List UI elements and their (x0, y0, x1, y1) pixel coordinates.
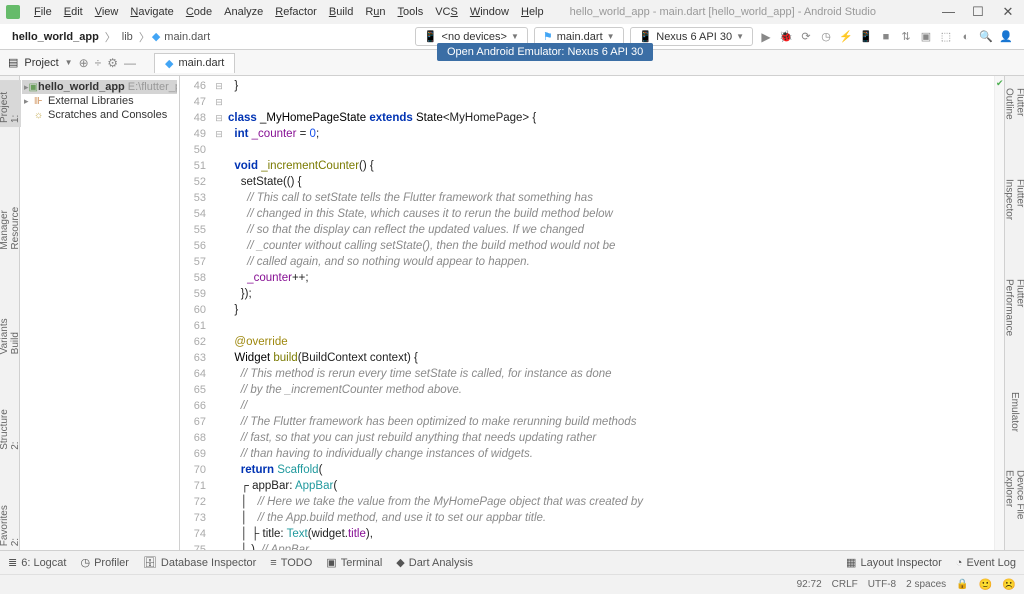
tooltip-open-emulator: Open Android Emulator: Nexus 6 API 30 (437, 43, 653, 61)
bottom-layout-inspector[interactable]: ▦ Layout Inspector (846, 556, 942, 569)
status-indent[interactable]: 2 spaces (906, 579, 946, 590)
dart-file-icon: ◆ (152, 30, 160, 43)
scratch-icon: ☼ (34, 110, 48, 121)
marker-strip: ✔ (994, 76, 1004, 550)
minimize-button[interactable]: — (942, 4, 954, 20)
chevron-right-icon: 〉 (103, 29, 118, 45)
bottom-dart-analysis[interactable]: ◆ Dart Analysis (396, 556, 473, 569)
bottom-logcat[interactable]: ≣ 6: Logcat (8, 556, 66, 569)
tree-root[interactable]: ▸ ▣ hello_world_app E:\flutter_pr (22, 80, 177, 94)
left-tool-rail: 1: Project Resource Manager Build Varian… (0, 76, 20, 550)
menu-vcs[interactable]: VCS (429, 4, 464, 20)
avatar-icon[interactable]: 👤 (998, 30, 1014, 43)
project-panel: ▸ ▣ hello_world_app E:\flutter_pr ▸ ⊪ Ex… (20, 76, 180, 550)
project-view-icon: ▤ (8, 56, 18, 69)
menu-build[interactable]: Build (323, 4, 359, 20)
rail-favorites[interactable]: 2: Favorites (0, 494, 21, 550)
attach-button[interactable]: 📱 (858, 30, 874, 43)
face-happy-icon[interactable]: 🙂 (979, 578, 993, 591)
menu-analyze[interactable]: Analyze (218, 4, 269, 20)
rail-resource-manager[interactable]: Resource Manager (0, 167, 21, 254)
bottom-todo[interactable]: ≡ TODO (270, 557, 312, 569)
search-icon[interactable]: 🔍 (978, 30, 994, 43)
project-view-label[interactable]: Project (24, 57, 58, 69)
debug-button[interactable]: 🐞 (778, 30, 794, 43)
menu-navigate[interactable]: Navigate (124, 4, 179, 20)
editor-tab-main[interactable]: ◆ main.dart (154, 53, 235, 73)
dart-file-icon: ◆ (165, 57, 173, 70)
code-editor[interactable]: 4647484950515253545556575859606162636465… (180, 76, 1004, 550)
bottom-terminal[interactable]: ▣ Terminal (326, 556, 382, 569)
maximize-button[interactable]: ☐ (972, 4, 984, 20)
sdk-manager-button[interactable]: ⬚ (938, 30, 954, 43)
status-encoding[interactable]: UTF-8 (868, 579, 896, 590)
hide-panel-icon[interactable]: — (124, 56, 136, 70)
collapse-icon[interactable]: ÷ (95, 56, 102, 70)
menu-edit[interactable]: Edit (58, 4, 89, 20)
editor-tab-label: main.dart (178, 57, 224, 69)
breadcrumb-file[interactable]: main.dart (160, 29, 214, 45)
rail-flutter-performance[interactable]: Flutter Performance (1004, 275, 1024, 358)
android-studio-icon (6, 5, 20, 19)
bottom-tool-bar: ≣ 6: Logcat ◷ Profiler 🗄 Database Inspec… (0, 550, 1024, 574)
run-button[interactable]: ▶ (758, 30, 774, 44)
menu-refactor[interactable]: Refactor (269, 4, 323, 20)
code-area[interactable]: } class _MyHomePageState extends State<M… (226, 76, 994, 550)
bottom-event-log[interactable]: ◔ Event Log (956, 557, 1016, 569)
target-icon[interactable]: ⊕ (79, 56, 89, 70)
library-icon: ⊪ (34, 96, 48, 107)
lock-icon[interactable]: 🔒 (956, 579, 968, 590)
module-icon: ▣ (29, 82, 38, 93)
menu-window[interactable]: Window (464, 4, 515, 20)
rail-emulator[interactable]: Emulator (1009, 388, 1020, 436)
titlebar: File Edit View Navigate Code Analyze Ref… (0, 0, 1024, 24)
window-title: hello_world_app - main.dart [hello_world… (570, 6, 876, 18)
line-gutter: 4647484950515253545556575859606162636465… (180, 76, 212, 550)
status-caret-pos[interactable]: 92:72 (797, 579, 822, 590)
right-tool-rail: Flutter Outline Flutter Inspector Flutte… (1004, 76, 1024, 550)
chevron-right-icon: 〉 (137, 29, 152, 45)
close-button[interactable]: ✕ (1002, 4, 1014, 20)
menu-file[interactable]: File (28, 4, 58, 20)
chevron-down-icon[interactable]: ▼ (65, 58, 73, 67)
menu-view[interactable]: View (89, 4, 125, 20)
face-sad-icon[interactable]: ☹️ (1002, 578, 1016, 591)
tree-scratches[interactable]: ☼ Scratches and Consoles (22, 108, 177, 122)
status-line-ending[interactable]: CRLF (832, 579, 858, 590)
sync-button[interactable]: ⇅ (898, 30, 914, 43)
menu-code[interactable]: Code (180, 4, 218, 20)
check-ok-icon: ✔ (996, 78, 1004, 89)
avd-manager-button[interactable]: ▣ (918, 30, 934, 43)
bottom-db-inspector[interactable]: 🗄 Database Inspector (143, 556, 256, 569)
hot-reload-button[interactable]: ⚡ (838, 30, 854, 43)
stop-button[interactable]: ■ (878, 31, 894, 43)
menu-tools[interactable]: Tools (392, 4, 430, 20)
rail-build-variants[interactable]: Build Variants (0, 294, 21, 358)
rail-structure[interactable]: 2: Structure (0, 398, 21, 454)
chevron-right-icon: ▸ (24, 96, 34, 107)
gradle-button[interactable]: ◐ (958, 31, 974, 43)
profile-button[interactable]: ◷ (818, 30, 834, 43)
rail-device-file-explorer[interactable]: Device File Explorer (1004, 466, 1024, 550)
menu-help[interactable]: Help (515, 4, 550, 20)
status-bar: 92:72 CRLF UTF-8 2 spaces 🔒 🙂 ☹️ (0, 574, 1024, 594)
rail-flutter-outline[interactable]: Flutter Outline (1004, 84, 1024, 145)
flutter-icon: ⚑ (543, 30, 553, 43)
gear-icon[interactable]: ⚙ (107, 56, 118, 70)
menu-run[interactable]: Run (359, 4, 391, 20)
fold-strip: ⊟⊟⊟⊟ (212, 76, 226, 550)
coverage-button[interactable]: ⟳ (798, 30, 814, 43)
rail-flutter-inspector[interactable]: Flutter Inspector (1004, 175, 1024, 244)
breadcrumb-app[interactable]: hello_world_app (8, 29, 103, 45)
tree-external-libs[interactable]: ▸ ⊪ External Libraries (22, 94, 177, 108)
rail-project[interactable]: 1: Project (0, 80, 21, 127)
breadcrumb-dir[interactable]: lib (118, 29, 137, 45)
bottom-profiler[interactable]: ◷ Profiler (80, 556, 128, 569)
